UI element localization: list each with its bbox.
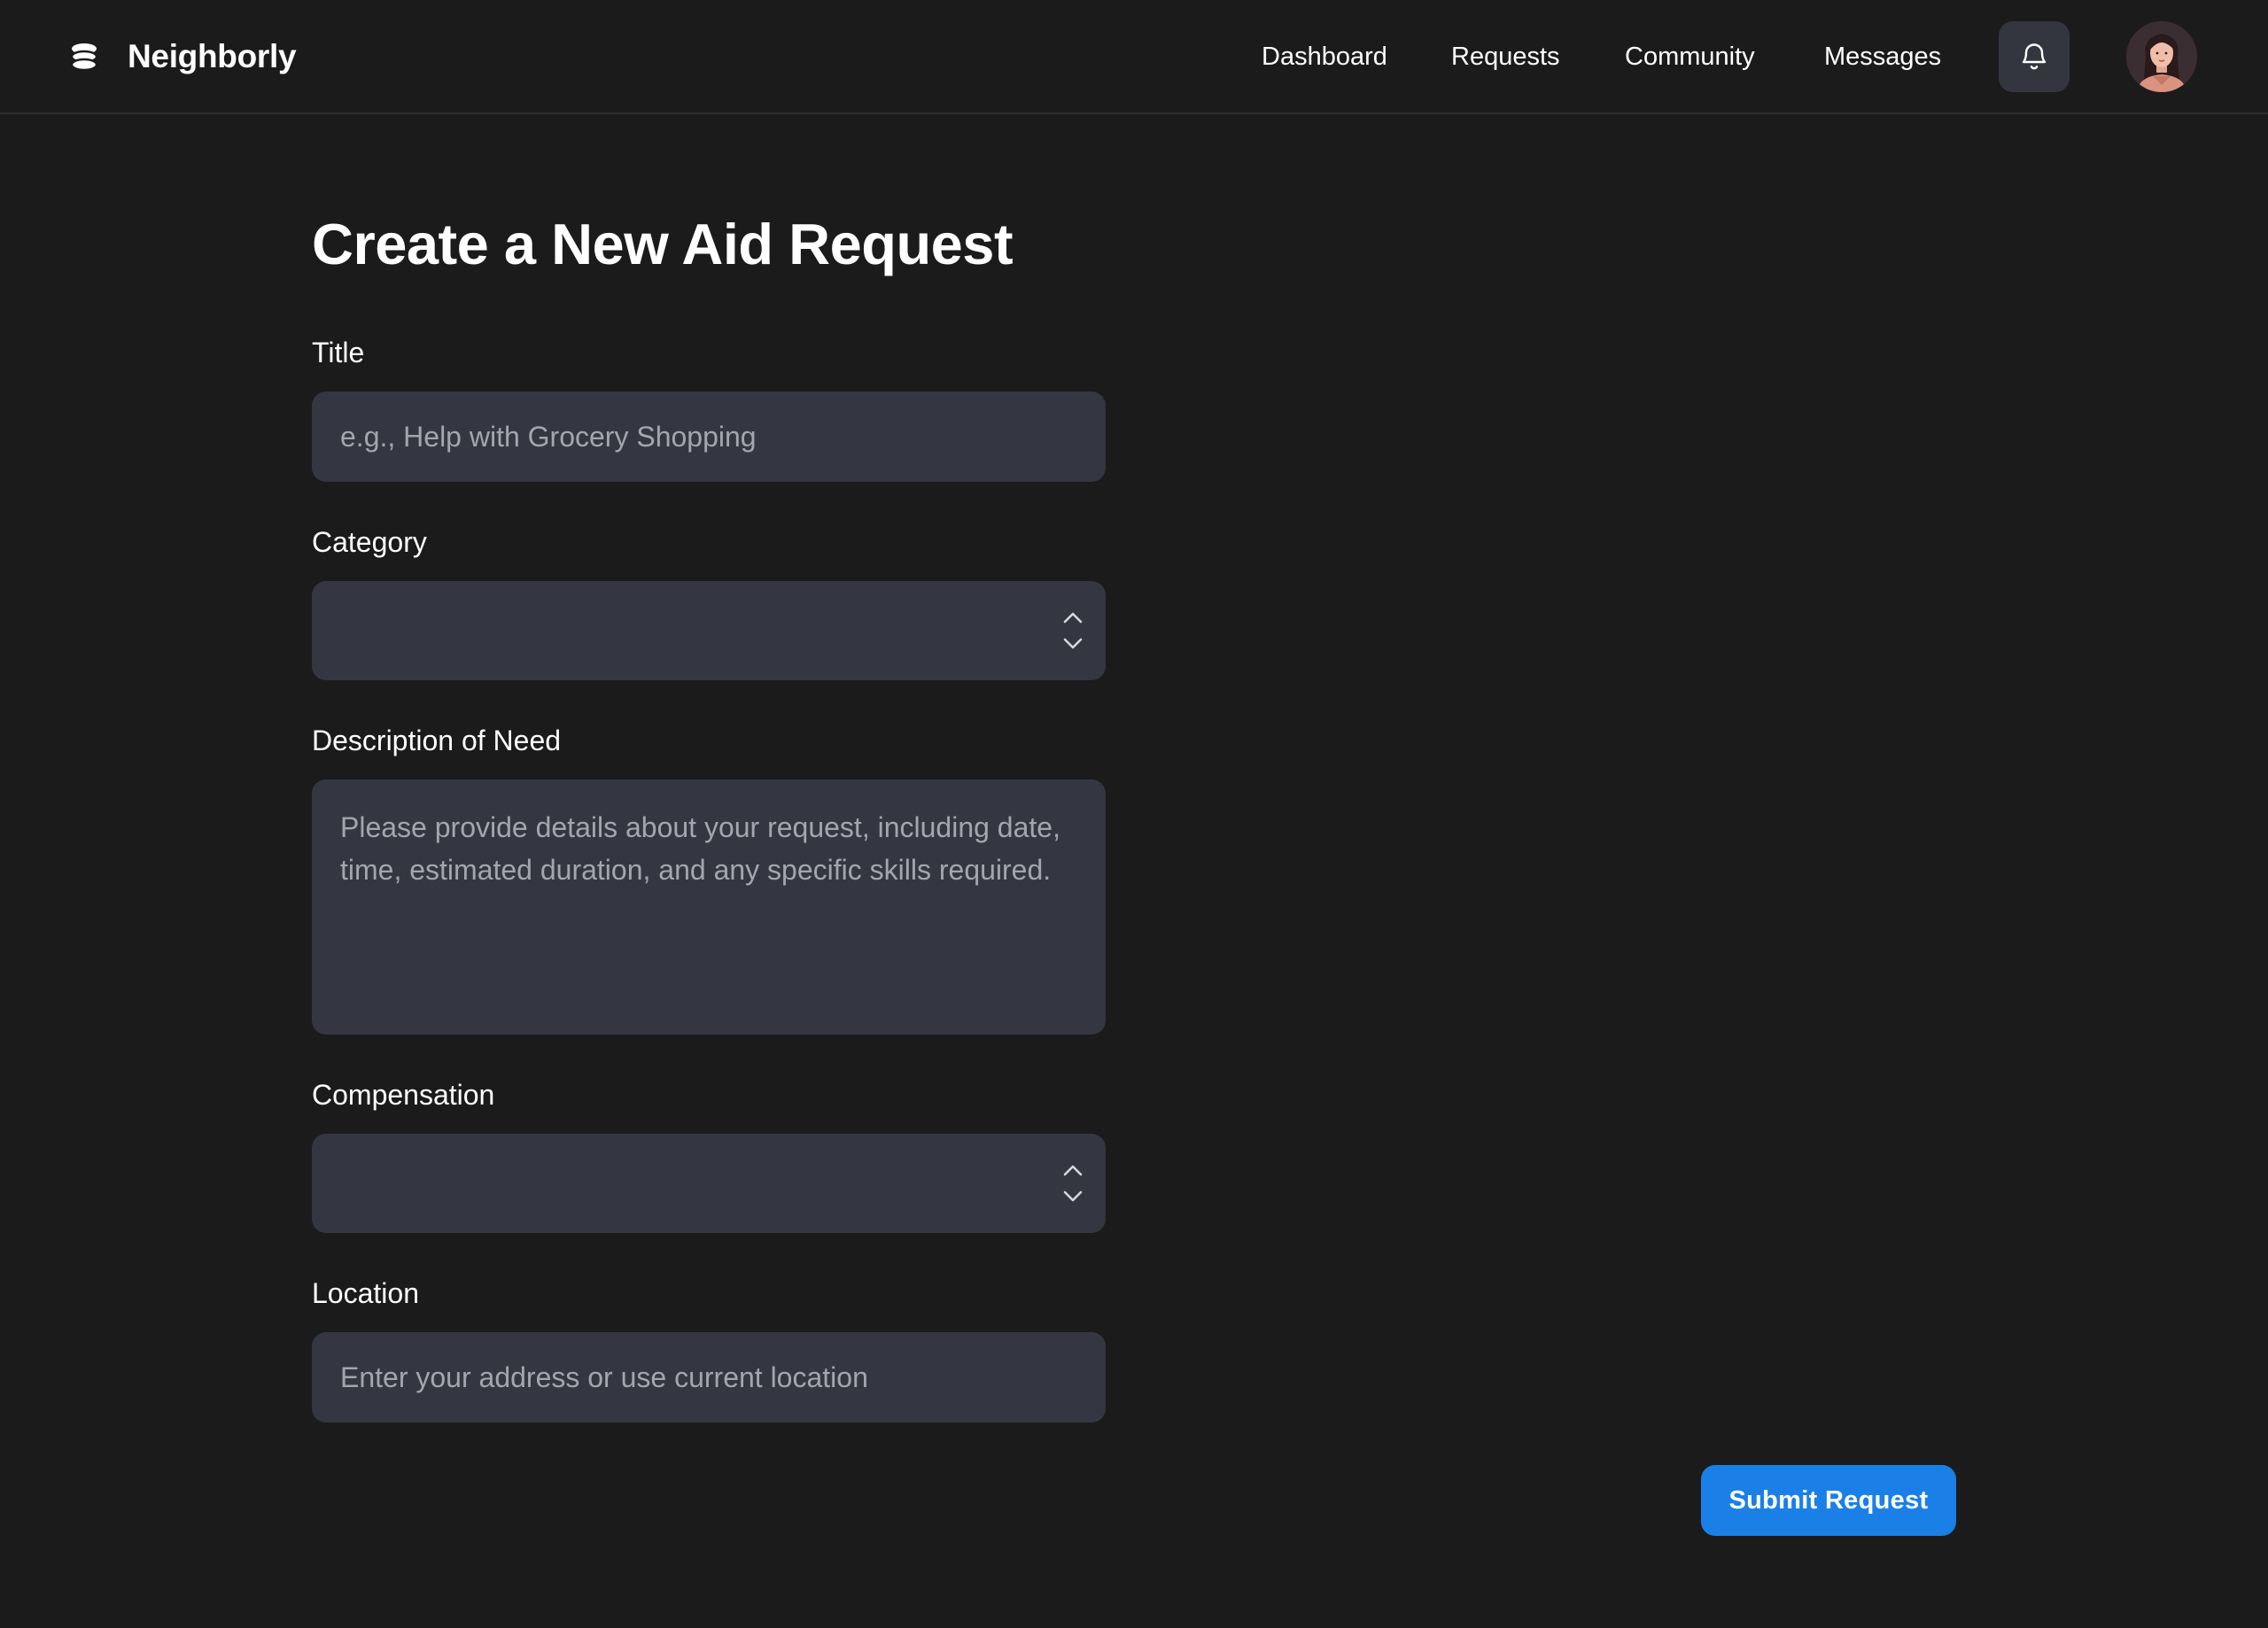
category-label: Category [312,526,427,558]
submit-request-button[interactable]: Submit Request [1701,1465,1956,1536]
avatar-portrait-icon [2126,21,2197,92]
app-name: Neighborly [128,38,297,74]
location-label: Location [312,1277,419,1309]
bell-icon [2022,43,2047,70]
compensation-select[interactable] [312,1134,1106,1233]
chevron-up-down-icon [1063,612,1083,649]
title-input[interactable] [312,391,1106,482]
notifications-button[interactable] [1999,21,2070,92]
chevron-up-down-icon [1063,1165,1083,1202]
category-select[interactable] [312,581,1106,680]
user-avatar[interactable] [2126,21,2197,92]
brand[interactable]: Neighborly [69,34,297,80]
nav-link-dashboard[interactable]: Dashboard [1262,34,1387,80]
location-input[interactable] [312,1332,1106,1423]
description-label: Description of Need [312,725,562,756]
nav-link-community[interactable]: Community [1625,34,1755,80]
stacked-layers-icon [70,43,98,72]
description-textarea[interactable] [312,779,1106,1035]
top-navigation-bar: Neighborly Dashboard Requests Community … [0,0,2268,114]
compensation-label: Compensation [312,1079,495,1111]
nav-link-messages[interactable]: Messages [1824,34,1941,80]
page-title: Create a New Aid Request [312,212,1014,276]
title-label: Title [312,337,365,368]
nav-link-requests[interactable]: Requests [1451,34,1560,80]
